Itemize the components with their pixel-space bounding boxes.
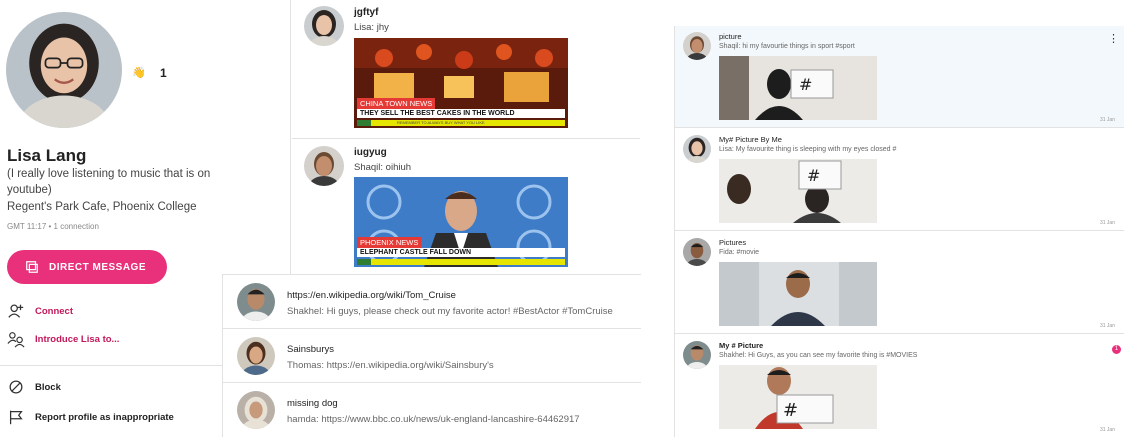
- post-title: My# Picture By Me: [719, 135, 782, 144]
- news-image: CHINA TOWN NEWS THEY SELL THE BEST CAKES…: [354, 38, 568, 128]
- profile-location: Regent's Park Cafe, Phoenix College: [7, 201, 197, 213]
- block-label: Block: [35, 381, 61, 393]
- link-subtitle: hamda: https://www.bbc.co.uk/news/uk-eng…: [287, 414, 580, 425]
- avatar: [304, 6, 344, 46]
- link-title: missing dog: [287, 398, 338, 409]
- profile-photo: [6, 12, 122, 128]
- post-date: 31 Jan: [1099, 323, 1115, 329]
- feed-post[interactable]: jgftyf Lisa: jhy CHINA TOWN NEWS THEY SE…: [292, 0, 640, 138]
- wave-count: 1: [160, 66, 167, 80]
- introduce-users-icon: [7, 332, 25, 348]
- divider: [292, 138, 640, 139]
- profile-meta: GMT 11:17 • 1 connection: [7, 222, 99, 231]
- list-item[interactable]: Sainsburys Thomas: https://en.wikipedia.…: [223, 328, 641, 382]
- feed-post[interactable]: My # Picture Shakhel: Hi Guys, as you ca…: [675, 335, 1124, 437]
- post-title: jgftyf: [354, 7, 379, 18]
- link-title: https://en.wikipedia.org/wiki/Tom_Cruise: [287, 290, 456, 301]
- profile-bio: (I really love listening to music that i…: [7, 168, 211, 196]
- direct-message-button[interactable]: DIRECT MESSAGE: [7, 250, 167, 284]
- svg-text:#: #: [783, 400, 798, 421]
- picture-feed: picture Shaqil: hi my favourtie things i…: [674, 26, 1124, 437]
- feed-post[interactable]: iugyug Shaqil: oihiuh PHOENIX NEWS ELEPH…: [292, 140, 640, 274]
- svg-text:#: #: [799, 75, 812, 94]
- post-image: #: [719, 56, 877, 120]
- divider: [0, 365, 222, 366]
- link-subtitle: Shakhel: Hi guys, please check out my fa…: [287, 306, 613, 317]
- news-tag: CHINA TOWN NEWS: [357, 98, 436, 109]
- news-ticker: REMEMBER TO ALWAYS BUY WHAT YOU LIKE: [357, 120, 565, 126]
- avatar: [304, 146, 344, 186]
- post-image: #: [719, 159, 877, 223]
- introduce-action[interactable]: Introduce Lisa to...: [7, 330, 119, 348]
- post-title: My # Picture: [719, 341, 764, 350]
- introduce-label: Introduce Lisa to...: [35, 333, 120, 345]
- link-title: Sainsburys: [287, 344, 334, 355]
- avatar: [237, 391, 275, 429]
- list-item[interactable]: missing dog hamda: https://www.bbc.co.uk…: [223, 382, 641, 436]
- avatar: [683, 32, 711, 60]
- notification-badge: 1: [1112, 345, 1121, 354]
- avatar: [237, 337, 275, 375]
- message-icon: [26, 261, 38, 273]
- news-headline: ELEPHANT CASTLE FALL DOWN: [357, 248, 565, 257]
- avatar: [683, 341, 711, 369]
- feed-post[interactable]: picture Shaqil: hi my favourtie things i…: [675, 26, 1124, 128]
- news-image: PHOENIX NEWS ELEPHANT CASTLE FALL DOWN: [354, 177, 568, 267]
- post-subtitle: Shakhel: Hi Guys, as you can see my favo…: [719, 352, 918, 359]
- link-list: https://en.wikipedia.org/wiki/Tom_Cruise…: [222, 274, 641, 437]
- avatar: [237, 283, 275, 321]
- more-options-icon[interactable]: ⋮: [1108, 32, 1119, 45]
- post-subtitle: Lisa: My favourite thing is sleeping wit…: [719, 146, 897, 153]
- divider: [290, 0, 291, 274]
- post-date: 31 Jan: [1099, 220, 1115, 226]
- post-date: 31 Jan: [1099, 117, 1115, 123]
- news-tag: PHOENIX NEWS: [357, 237, 422, 248]
- profile-panel: 👋 1 Lisa Lang (I really love listening t…: [0, 0, 222, 437]
- block-icon: [9, 380, 23, 394]
- profile-name: Lisa Lang: [7, 146, 87, 165]
- wave-icon[interactable]: 👋: [132, 66, 146, 79]
- link-subtitle: Thomas: https://en.wikipedia.org/wiki/Sa…: [287, 360, 494, 371]
- avatar: [683, 135, 711, 163]
- post-title: Pictures: [719, 238, 747, 247]
- post-image: #: [719, 365, 877, 429]
- post-image: [719, 262, 877, 326]
- feed-post[interactable]: My# Picture By Me Lisa: My favourite thi…: [675, 129, 1124, 231]
- block-action[interactable]: Block: [7, 378, 61, 396]
- avatar: [683, 238, 711, 266]
- news-ticker: [357, 259, 565, 265]
- svg-text:#: #: [807, 166, 820, 185]
- feed-post[interactable]: Pictures Fida: #movie 31 Jan: [675, 232, 1124, 334]
- direct-message-label: DIRECT MESSAGE: [49, 261, 147, 273]
- flag-icon: [9, 410, 23, 425]
- connect-label: Connect: [35, 305, 73, 317]
- post-title: picture: [719, 32, 742, 41]
- post-title: iugyug: [354, 147, 387, 158]
- post-subtitle: Shaqil: oihiuh: [354, 162, 412, 173]
- news-headline: THEY SELL THE BEST CAKES IN THE WORLD: [357, 109, 565, 118]
- report-action[interactable]: Report profile as inappropriate: [7, 408, 174, 426]
- post-subtitle: Lisa: jhy: [354, 22, 389, 33]
- list-item[interactable]: https://en.wikipedia.org/wiki/Tom_Cruise…: [223, 274, 641, 328]
- post-subtitle: Fida: #movie: [719, 249, 760, 256]
- connect-action[interactable]: Connect: [7, 302, 73, 320]
- report-label: Report profile as inappropriate: [35, 411, 174, 423]
- add-user-icon: [8, 304, 24, 318]
- post-subtitle: Shaqil: hi my favourtie things in sport …: [719, 43, 855, 50]
- news-ticker-text: REMEMBER TO ALWAYS BUY WHAT YOU LIKE: [397, 120, 485, 125]
- post-date: 31 Jan: [1099, 427, 1115, 433]
